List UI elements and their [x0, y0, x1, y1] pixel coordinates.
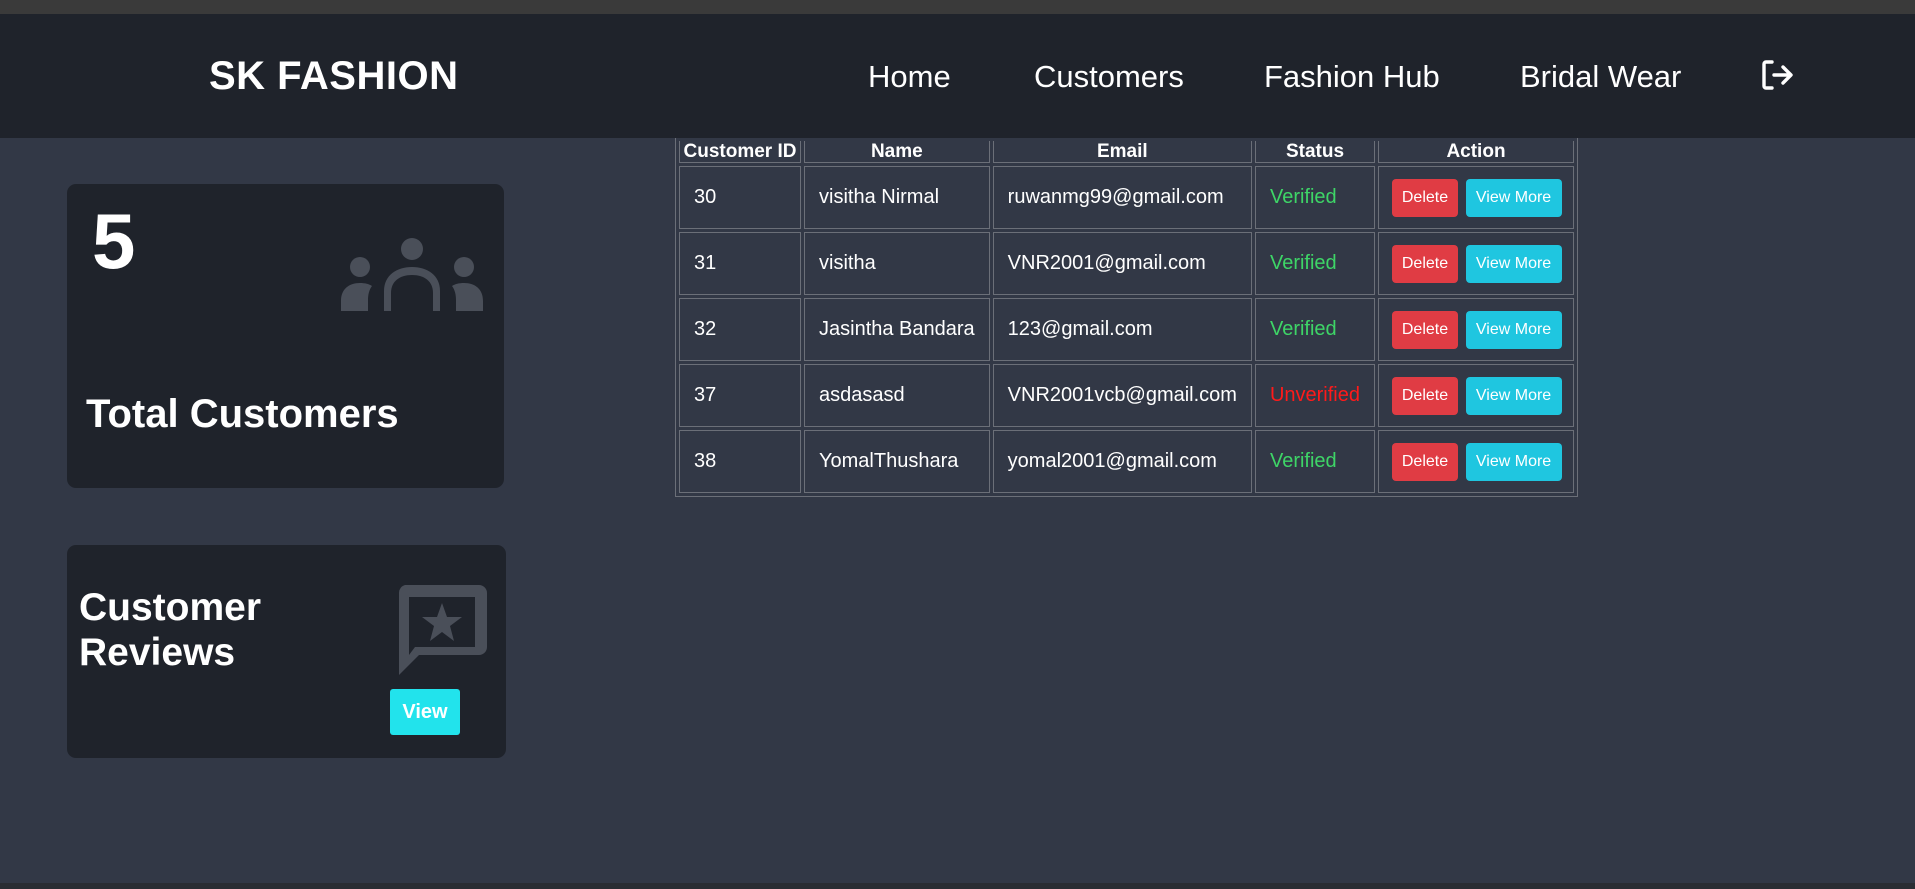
view-more-button[interactable]: View More: [1465, 178, 1562, 217]
header-name: Name: [804, 141, 990, 163]
cell-status: Verified: [1254, 232, 1375, 295]
customer-reviews-card: Customer Reviews View: [67, 545, 506, 758]
window-top-strip: [0, 0, 1915, 14]
logout-icon[interactable]: [1760, 58, 1794, 92]
cell-customer-id: 38: [679, 430, 801, 493]
cell-email: 123@gmail.com: [992, 298, 1252, 361]
view-reviews-button[interactable]: View: [390, 689, 460, 735]
cell-customer-id: 30: [679, 166, 801, 229]
header-customer-id: Customer ID: [679, 141, 801, 163]
cell-email: yomal2001@gmail.com: [992, 430, 1252, 493]
cell-action: Delete View More: [1378, 166, 1574, 229]
cell-status: Verified: [1254, 166, 1375, 229]
view-more-button[interactable]: View More: [1465, 442, 1562, 481]
cell-action: Delete View More: [1378, 298, 1574, 361]
cell-name: asdasasd: [804, 364, 990, 427]
cell-email: ruwanmg99@gmail.com: [992, 166, 1252, 229]
view-more-button[interactable]: View More: [1465, 244, 1562, 283]
cell-action: Delete View More: [1378, 232, 1574, 295]
cell-customer-id: 37: [679, 364, 801, 427]
header-action: Action: [1378, 141, 1574, 163]
view-more-button[interactable]: View More: [1465, 376, 1562, 415]
table-row: 37 asdasasd VNR2001vcb@gmail.com Unverif…: [679, 364, 1574, 427]
table-header-row: Customer ID Name Email Status Action: [679, 141, 1574, 163]
nav-link-home[interactable]: Home: [868, 59, 951, 95]
delete-button[interactable]: Delete: [1392, 178, 1458, 217]
view-more-button[interactable]: View More: [1465, 310, 1562, 349]
cell-name: visitha: [804, 232, 990, 295]
total-customers-label: Total Customers: [86, 392, 399, 436]
customer-reviews-title: Customer Reviews: [79, 586, 262, 674]
group-icon: [341, 238, 483, 311]
cell-email: VNR2001@gmail.com: [992, 232, 1252, 295]
table-row: 30 visitha Nirmal ruwanmg99@gmail.com Ve…: [679, 166, 1574, 229]
table-row: 38 YomalThushara yomal2001@gmail.com Ver…: [679, 430, 1574, 493]
cell-status: Verified: [1254, 430, 1375, 493]
cell-action: Delete View More: [1378, 430, 1574, 493]
cell-email: VNR2001vcb@gmail.com: [992, 364, 1252, 427]
header-email: Email: [992, 141, 1252, 163]
customers-table-container: Customer ID Name Email Status Action 30 …: [675, 138, 1578, 497]
total-customers-count: 5: [92, 197, 136, 285]
table-row: 32 Jasintha Bandara 123@gmail.com Verifi…: [679, 298, 1574, 361]
navbar: SK FASHION Home Customers Fashion Hub Br…: [0, 14, 1915, 138]
delete-button[interactable]: Delete: [1392, 310, 1458, 349]
delete-button[interactable]: Delete: [1392, 244, 1458, 283]
nav-link-bridal-wear[interactable]: Bridal Wear: [1520, 59, 1681, 95]
cell-action: Delete View More: [1378, 364, 1574, 427]
cell-customer-id: 32: [679, 298, 801, 361]
customers-table: Customer ID Name Email Status Action 30 …: [675, 138, 1578, 497]
header-status: Status: [1254, 141, 1375, 163]
cell-name: visitha Nirmal: [804, 166, 990, 229]
table-row: 31 visitha VNR2001@gmail.com Verified De…: [679, 232, 1574, 295]
cell-name: YomalThushara: [804, 430, 990, 493]
delete-button[interactable]: Delete: [1392, 376, 1458, 415]
star-message-icon: [398, 585, 487, 675]
brand-logo[interactable]: SK FASHION: [209, 54, 458, 99]
delete-button[interactable]: Delete: [1392, 442, 1458, 481]
cell-name: Jasintha Bandara: [804, 298, 990, 361]
nav-link-customers[interactable]: Customers: [1034, 59, 1184, 95]
cell-status: Verified: [1254, 298, 1375, 361]
window-bottom-strip: [0, 883, 1915, 889]
total-customers-card: 5 Total Customers: [67, 184, 504, 488]
nav-link-fashion-hub[interactable]: Fashion Hub: [1264, 59, 1440, 95]
cell-status: Unverified: [1254, 364, 1375, 427]
cell-customer-id: 31: [679, 232, 801, 295]
